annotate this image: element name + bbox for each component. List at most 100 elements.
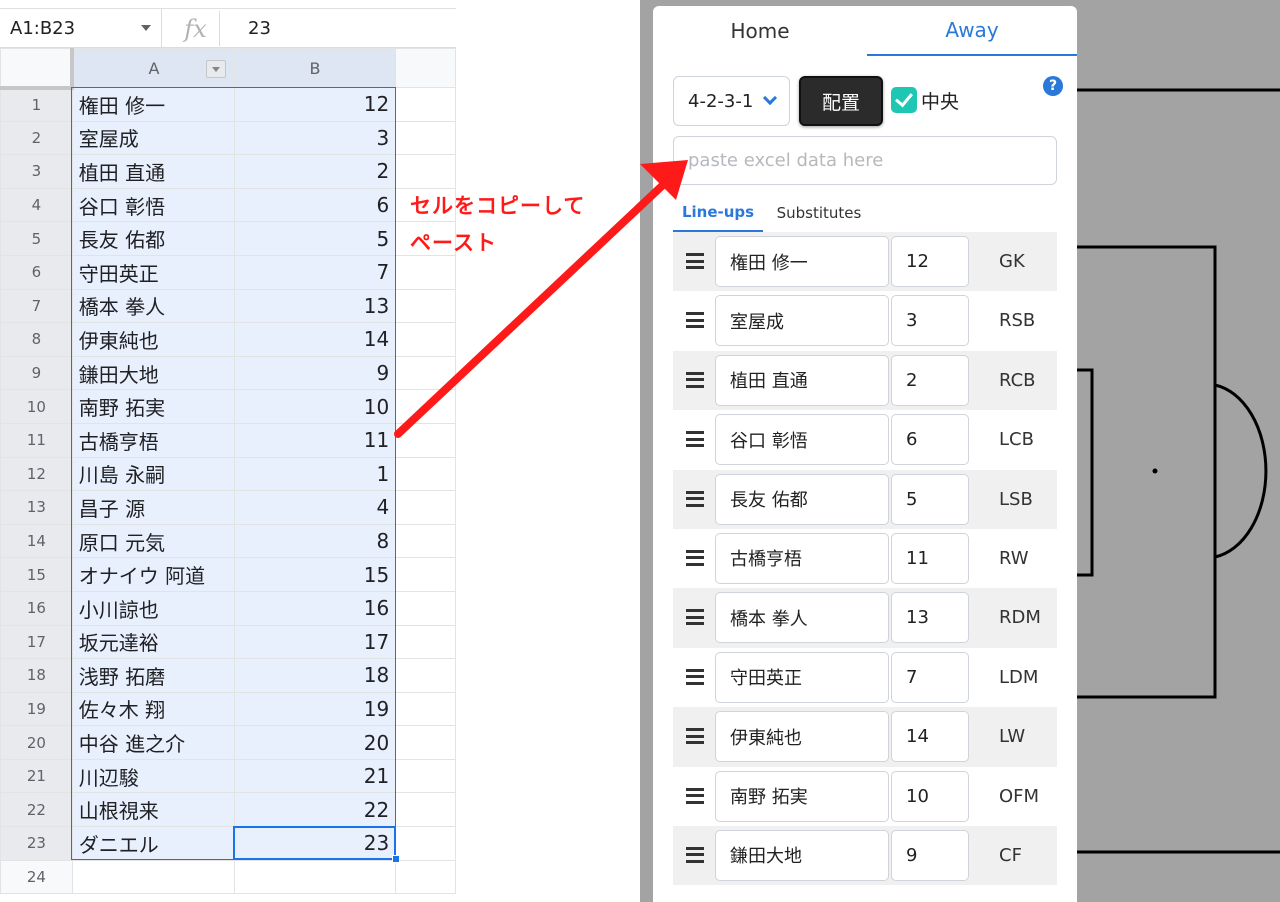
player-number-field[interactable]: 14 — [891, 711, 969, 763]
cell-empty[interactable] — [395, 557, 456, 592]
place-button[interactable]: 配置 — [799, 76, 883, 126]
fill-handle[interactable] — [392, 855, 400, 863]
cell-name[interactable]: 佐々木 翔 — [71, 691, 235, 727]
center-checkbox[interactable] — [891, 87, 917, 113]
row-number[interactable]: 20 — [0, 725, 73, 760]
cell-empty[interactable] — [395, 389, 456, 424]
row-number[interactable]: 18 — [0, 658, 73, 693]
player-number-field[interactable]: 9 — [891, 829, 969, 881]
cell-number[interactable]: 3 — [233, 120, 397, 156]
row-number[interactable]: 9 — [0, 355, 73, 391]
cell-number[interactable]: 13 — [233, 288, 397, 324]
row-number[interactable]: 14 — [0, 523, 73, 559]
cell-name[interactable]: 伊東純也 — [71, 322, 235, 357]
cell-name[interactable]: 山根視来 — [71, 792, 235, 828]
row-number[interactable]: 24 — [0, 859, 73, 895]
row-number[interactable]: 23 — [0, 826, 73, 861]
row-number[interactable]: 4 — [0, 187, 73, 223]
player-number-field[interactable]: 13 — [891, 592, 969, 644]
row-number[interactable]: 11 — [0, 422, 73, 458]
cell-number[interactable]: 7 — [233, 254, 397, 290]
row-number[interactable]: 3 — [0, 154, 73, 189]
cell-number[interactable]: 1 — [233, 456, 397, 492]
cell-name[interactable]: ダニエル — [71, 826, 235, 861]
drag-handle-icon[interactable] — [686, 668, 704, 685]
cell-empty[interactable] — [395, 154, 456, 189]
cell-number[interactable]: 22 — [233, 792, 397, 828]
player-number-field[interactable]: 11 — [891, 532, 969, 584]
formula-input[interactable]: 23 — [248, 9, 271, 48]
cell-name[interactable]: 橋本 拳人 — [71, 288, 235, 324]
cell-empty[interactable] — [395, 120, 456, 156]
player-name-field[interactable]: 古橋亨梧 — [715, 532, 889, 584]
center-checkbox-label[interactable]: 中央 — [921, 87, 959, 113]
cell-number[interactable]: 10 — [233, 389, 397, 424]
drag-handle-icon[interactable] — [686, 549, 704, 566]
cell-number[interactable]: 14 — [233, 322, 397, 357]
tab-substitutes[interactable]: Substitutes — [769, 194, 869, 232]
cell-number[interactable]: 11 — [233, 422, 397, 458]
row-number[interactable]: 19 — [0, 691, 73, 727]
drag-handle-icon[interactable] — [686, 490, 704, 507]
cell-number[interactable]: 12 — [233, 87, 397, 122]
cell-name[interactable]: オナイウ 阿道 — [71, 557, 235, 592]
cell-name[interactable]: 中谷 進之介 — [71, 725, 235, 760]
select-all-corner[interactable] — [0, 48, 75, 90]
cell-empty[interactable] — [395, 725, 456, 760]
cell-empty[interactable] — [395, 691, 456, 727]
row-number[interactable]: 8 — [0, 322, 73, 357]
cell-number[interactable]: 19 — [233, 691, 397, 727]
cell-number[interactable]: 18 — [233, 658, 397, 693]
player-name-field[interactable]: 南野 拓実 — [715, 770, 889, 822]
drag-handle-icon[interactable] — [686, 728, 704, 745]
row-number[interactable]: 12 — [0, 456, 73, 492]
cell-number[interactable]: 15 — [233, 557, 397, 592]
row-number[interactable]: 21 — [0, 758, 73, 794]
row-number[interactable]: 2 — [0, 120, 73, 156]
drag-handle-icon[interactable] — [686, 312, 704, 329]
cell-number[interactable]: 2 — [233, 154, 397, 189]
cell-empty[interactable] — [395, 859, 456, 895]
row-number[interactable]: 16 — [0, 590, 73, 626]
name-box[interactable]: A1:B23 — [0, 9, 162, 48]
cell-number[interactable]: 8 — [233, 523, 397, 559]
cell-name[interactable]: 権田 修一 — [71, 87, 235, 122]
cell-number[interactable]: 17 — [233, 624, 397, 660]
player-number-field[interactable]: 6 — [891, 414, 969, 466]
cell-name[interactable]: 坂元達裕 — [71, 624, 235, 660]
drag-handle-icon[interactable] — [686, 787, 704, 804]
player-name-field[interactable]: 守田英正 — [715, 651, 889, 703]
column-header-a[interactable]: A — [71, 48, 235, 88]
player-name-field[interactable]: 谷口 彰悟 — [715, 414, 889, 466]
cell-name[interactable] — [71, 859, 235, 895]
player-number-field[interactable]: 5 — [891, 473, 969, 525]
cell-name[interactable]: 昌子 源 — [71, 490, 235, 525]
cell-empty[interactable] — [395, 422, 456, 458]
cell-number[interactable]: 5 — [233, 221, 397, 256]
cell-number[interactable]: 20 — [233, 725, 397, 760]
cell-empty[interactable] — [395, 792, 456, 828]
cell-number[interactable]: 4 — [233, 490, 397, 525]
cell-name[interactable]: 小川諒也 — [71, 590, 235, 626]
cell-name[interactable]: 植田 直通 — [71, 154, 235, 189]
cell-empty[interactable] — [395, 624, 456, 660]
player-number-field[interactable]: 10 — [891, 770, 969, 822]
cell-number[interactable]: 23 — [233, 826, 397, 861]
cell-empty[interactable] — [395, 758, 456, 794]
drag-handle-icon[interactable] — [686, 371, 704, 388]
tab-lineups[interactable]: Line-ups — [673, 194, 763, 232]
cell-name[interactable]: 室屋成 — [71, 120, 235, 156]
cell-number[interactable]: 9 — [233, 355, 397, 391]
column-header-b[interactable]: B — [233, 48, 397, 88]
cell-empty[interactable] — [395, 523, 456, 559]
cell-number[interactable] — [233, 859, 397, 895]
name-box-dropdown-icon[interactable] — [141, 25, 151, 31]
row-number[interactable]: 10 — [0, 389, 73, 424]
column-filter-dropdown-icon[interactable] — [205, 60, 226, 78]
cell-name[interactable]: 川辺駿 — [71, 758, 235, 794]
player-number-field[interactable]: 2 — [891, 354, 969, 406]
row-number[interactable]: 13 — [0, 490, 73, 525]
cell-name[interactable]: 浅野 拓磨 — [71, 658, 235, 693]
player-name-field[interactable]: 室屋成 — [715, 295, 889, 347]
row-number[interactable]: 22 — [0, 792, 73, 828]
